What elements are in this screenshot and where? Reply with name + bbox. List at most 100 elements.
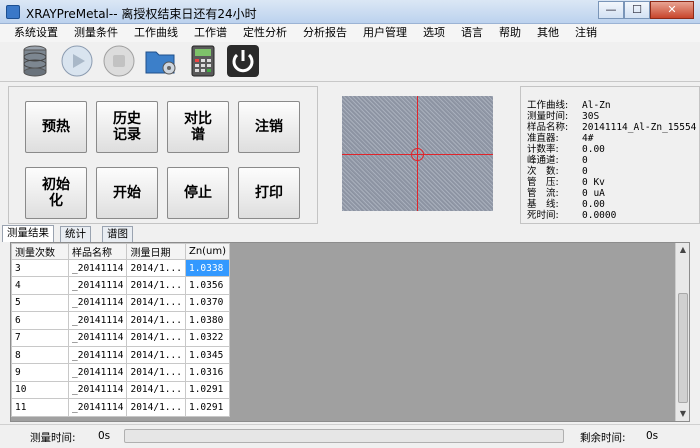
- cell-count[interactable]: 7: [11, 328, 69, 347]
- database-icon[interactable]: [18, 44, 52, 78]
- table-row[interactable]: 11 _20141114 2014/1... 1.0291: [11, 398, 231, 417]
- sample-camera-image[interactable]: [342, 96, 493, 211]
- cell-sample[interactable]: _20141114: [67, 258, 128, 278]
- results-area: 测量次数 样品名称 测量日期 Zn(um) 3 _20141114 2014/1..…: [10, 242, 690, 422]
- maximize-button[interactable]: ☐: [624, 1, 650, 19]
- table-row[interactable]: 6 _20141114 2014/1... 1.0380: [11, 311, 231, 330]
- calculator-icon[interactable]: [186, 44, 220, 78]
- col-zn[interactable]: Zn(um): [184, 243, 231, 260]
- cell-count[interactable]: 4: [11, 276, 69, 295]
- cell-count[interactable]: 3: [11, 258, 69, 278]
- col-measure-date[interactable]: 测量日期: [126, 243, 186, 260]
- control-panel: 预热 历史记录 对比谱 注销 初始化 开始 停止 打印: [8, 86, 318, 224]
- print-button[interactable]: 打印: [238, 167, 300, 219]
- results-table: 测量次数 样品名称 测量日期 Zn(um) 3 _20141114 2014/1..…: [11, 243, 231, 417]
- preheat-button[interactable]: 预热: [25, 101, 87, 153]
- table-row[interactable]: 5 _20141114 2014/1... 1.0370: [11, 293, 231, 313]
- cell-count[interactable]: 8: [11, 345, 69, 365]
- cell-sample[interactable]: _20141114: [67, 311, 128, 330]
- menu-help[interactable]: 帮助: [499, 24, 521, 42]
- table-row[interactable]: 7 _20141114 2014/1... 1.0322: [11, 328, 231, 347]
- table-row[interactable]: 4 _20141114 2014/1... 1.0356: [11, 276, 231, 295]
- cell-count[interactable]: 5: [11, 293, 69, 313]
- cell-zn[interactable]: 1.0291: [184, 398, 231, 417]
- tab-statistics[interactable]: 统计: [60, 226, 91, 242]
- menu-user-management[interactable]: 用户管理: [363, 24, 407, 42]
- measure-time-value: 0s: [98, 430, 111, 442]
- menu-other[interactable]: 其他: [537, 24, 559, 42]
- cell-sample[interactable]: _20141114: [67, 345, 128, 365]
- power-icon[interactable]: [226, 44, 260, 78]
- menu-language[interactable]: 语言: [461, 24, 483, 42]
- cell-zn[interactable]: 1.0291: [184, 380, 231, 400]
- window-controls: — ☐ ✕: [598, 1, 694, 19]
- menu-options[interactable]: 选项: [423, 24, 445, 42]
- cell-date[interactable]: 2014/1...: [126, 328, 186, 347]
- minimize-button[interactable]: —: [598, 1, 624, 19]
- scroll-thumb[interactable]: [678, 293, 688, 403]
- cell-date[interactable]: 2014/1...: [126, 380, 186, 400]
- initialize-button[interactable]: 初始化: [25, 167, 87, 219]
- cell-zn[interactable]: 1.0345: [184, 345, 231, 365]
- tab-spectrum[interactable]: 谱图: [102, 226, 133, 242]
- cell-zn[interactable]: 1.0322: [184, 328, 231, 347]
- cell-sample[interactable]: _20141114: [67, 398, 128, 417]
- window-title: XRAYPreMetal-- 离授权结束日还有24小时: [26, 7, 257, 21]
- remaining-time-value: 0s: [646, 430, 659, 442]
- scroll-up-icon[interactable]: ▲: [677, 244, 689, 256]
- cell-zn-selected[interactable]: 1.0338: [184, 258, 231, 278]
- cell-sample[interactable]: _20141114: [67, 276, 128, 295]
- menu-qualitative-analysis[interactable]: 定性分析: [243, 24, 287, 42]
- cell-count[interactable]: 11: [11, 398, 69, 417]
- folder-settings-icon[interactable]: [144, 44, 178, 78]
- cell-date[interactable]: 2014/1...: [126, 258, 186, 278]
- results-tabs: 测量结果 统计 谱图: [0, 225, 700, 242]
- cell-sample[interactable]: _20141114: [67, 380, 128, 400]
- cell-date[interactable]: 2014/1...: [126, 276, 186, 295]
- history-button[interactable]: 历史记录: [96, 101, 158, 153]
- cell-date[interactable]: 2014/1...: [126, 293, 186, 313]
- stop-icon[interactable]: [102, 44, 136, 78]
- tab-measurement-results[interactable]: 测量结果: [2, 225, 54, 242]
- menu-work-spectrum[interactable]: 工作谱: [194, 24, 227, 42]
- stop-button[interactable]: 停止: [167, 167, 229, 219]
- menu-work-curve[interactable]: 工作曲线: [134, 24, 178, 42]
- cell-zn[interactable]: 1.0370: [184, 293, 231, 313]
- logout-button[interactable]: 注销: [238, 101, 300, 153]
- start-button[interactable]: 开始: [96, 167, 158, 219]
- cell-zn[interactable]: 1.0316: [184, 363, 231, 382]
- menu-logout[interactable]: 注销: [575, 24, 597, 42]
- table-row[interactable]: 8 _20141114 2014/1... 1.0345: [11, 345, 231, 365]
- cell-count[interactable]: 6: [11, 311, 69, 330]
- cell-count[interactable]: 9: [11, 363, 69, 382]
- compare-spectrum-button[interactable]: 对比谱: [167, 101, 229, 153]
- col-measure-count[interactable]: 测量次数: [11, 243, 69, 260]
- col-sample-name[interactable]: 样品名称: [67, 243, 128, 260]
- table-row[interactable]: 3 _20141114 2014/1... 1.0338: [11, 258, 231, 278]
- table-header-row: 测量次数 样品名称 测量日期 Zn(um): [11, 243, 231, 260]
- cell-sample[interactable]: _20141114: [67, 293, 128, 313]
- cell-date[interactable]: 2014/1...: [126, 363, 186, 382]
- menu-measure-conditions[interactable]: 测量条件: [74, 24, 118, 42]
- camera-preview-panel: [320, 86, 520, 224]
- table-row[interactable]: 9 _20141114 2014/1... 1.0316: [11, 363, 231, 382]
- cell-zn[interactable]: 1.0380: [184, 311, 231, 330]
- cell-count[interactable]: 10: [11, 380, 69, 400]
- menu-system-settings[interactable]: 系统设置: [14, 24, 58, 42]
- cell-date[interactable]: 2014/1...: [126, 311, 186, 330]
- status-bar: 测量时间: 0s 剩余时间: 0s: [0, 424, 700, 448]
- scroll-down-icon[interactable]: ▼: [677, 408, 689, 420]
- cell-date[interactable]: 2014/1...: [126, 345, 186, 365]
- cell-sample[interactable]: _20141114: [67, 363, 128, 382]
- app-icon: [6, 5, 20, 19]
- vertical-scrollbar[interactable]: ▲ ▼: [675, 243, 689, 421]
- cell-date[interactable]: 2014/1...: [126, 398, 186, 417]
- close-button[interactable]: ✕: [650, 1, 694, 19]
- cell-sample[interactable]: _20141114: [67, 328, 128, 347]
- measure-time-label: 测量时间:: [30, 432, 76, 444]
- play-icon[interactable]: [60, 44, 94, 78]
- menu-analysis-report[interactable]: 分析报告: [303, 24, 347, 42]
- cell-zn[interactable]: 1.0356: [184, 276, 231, 295]
- toolbar: [0, 42, 700, 82]
- table-row[interactable]: 10 _20141114 2014/1... 1.0291: [11, 380, 231, 400]
